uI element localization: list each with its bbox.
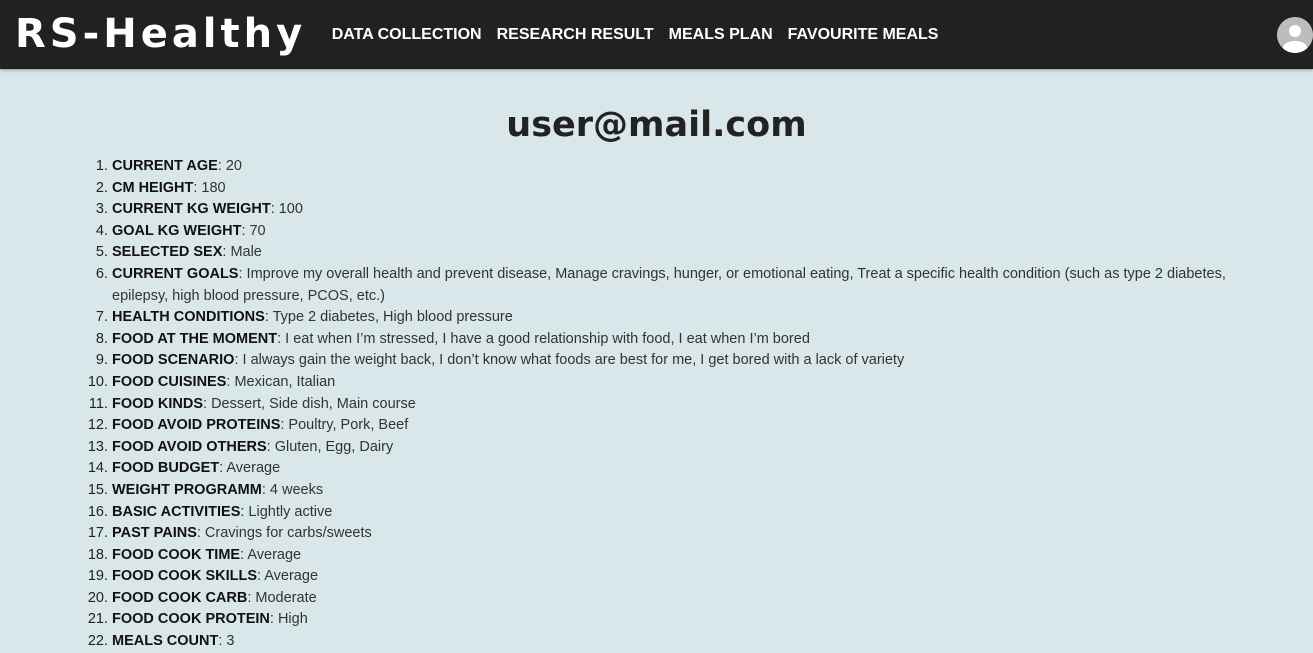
nav-meals-plan[interactable]: MEALS PLAN (661, 26, 780, 44)
item-key: FOOD COOK PROTEIN (112, 611, 270, 628)
list-item: MEALS COUNT: 3 (112, 631, 1233, 653)
list-item: GOAL KG WEIGHT: 70 (112, 221, 1233, 243)
list-item: CURRENT KG WEIGHT: 100 (112, 199, 1233, 221)
item-value: : Type 2 diabetes, High blood pressure (264, 309, 513, 326)
profile-content: user@mail.com CURRENT AGE: 20CM HEIGHT: … (0, 69, 1313, 653)
list-item: FOOD COOK SKILLS: Average (112, 566, 1233, 588)
item-value: : 20 (217, 158, 242, 174)
item-key: FOOD AVOID OTHERS (112, 438, 267, 455)
list-item: WEIGHT PROGRAMM: 4 weeks (112, 480, 1233, 502)
item-value: : Poultry, Pork, Beef (280, 417, 409, 434)
list-item: FOOD AVOID PROTEINS: Poultry, Pork, Beef (112, 415, 1233, 437)
item-key: FOOD COOK CARB (112, 589, 248, 606)
item-value: : High (269, 611, 308, 628)
item-value: : Male (222, 244, 262, 261)
nav-data-collection[interactable]: DATA COLLECTION (324, 26, 489, 44)
item-value: : 100 (270, 201, 303, 218)
item-value: : 180 (193, 179, 226, 196)
list-item: HEALTH CONDITIONS: Type 2 diabetes, High… (112, 307, 1233, 329)
item-value: : Mexican, Italian (226, 373, 336, 390)
item-key: PAST PAINS (112, 525, 197, 542)
item-value: : Lightly active (240, 503, 333, 520)
item-key: SELECTED SEX (112, 244, 223, 261)
item-key: HEALTH CONDITIONS (112, 309, 265, 326)
list-item: FOOD CUISINES: Mexican, Italian (112, 372, 1233, 394)
item-value: : Moderate (247, 589, 317, 606)
list-item: PAST PAINS: Cravings for carbs/sweets (112, 523, 1233, 545)
item-key: FOOD SCENARIO (112, 352, 235, 369)
list-item: CM HEIGHT: 180 (112, 178, 1233, 200)
item-value: : 70 (241, 222, 266, 239)
item-key: GOAL KG WEIGHT (112, 222, 242, 239)
item-value: : 4 weeks (261, 481, 324, 498)
item-key: CURRENT AGE (112, 158, 218, 174)
list-item: SELECTED SEX: Male (112, 242, 1233, 264)
top-app-bar: RS-Healthy DATA COLLECTION RESEARCH RESU… (0, 0, 1313, 69)
item-value: : Average (240, 546, 302, 563)
nav-research-result[interactable]: RESEARCH RESULT (489, 26, 661, 44)
page-title: user@mail.com (506, 105, 807, 145)
item-value: : Improve my overall health and prevent … (112, 265, 1226, 304)
item-value: : Gluten, Egg, Dairy (266, 438, 394, 455)
item-value: : Average (219, 460, 281, 477)
brand-logo[interactable]: RS-Healthy (15, 0, 306, 69)
item-key: FOOD COOK SKILLS (112, 568, 257, 585)
item-key: FOOD COOK TIME (112, 546, 241, 563)
list-item: FOOD COOK TIME: Average (112, 545, 1233, 567)
person-icon (1277, 17, 1313, 53)
list-item: BASIC ACTIVITIES: Lightly active (112, 502, 1233, 524)
list-item: FOOD COOK PROTEIN: High (112, 609, 1233, 631)
item-key: FOOD AVOID PROTEINS (112, 417, 281, 434)
item-key: WEIGHT PROGRAMM (112, 481, 262, 498)
item-key: FOOD CUISINES (112, 373, 227, 390)
item-value: : I always gain the weight back, I don’t… (234, 352, 905, 369)
item-key: FOOD KINDS (112, 395, 204, 412)
main-nav: DATA COLLECTION RESEARCH RESULT MEALS PL… (324, 26, 946, 44)
list-item: FOOD KINDS: Dessert, Side dish, Main cou… (112, 394, 1233, 416)
item-value: : Dessert, Side dish, Main course (203, 395, 416, 412)
item-value: : Average (257, 568, 319, 585)
item-key: MEALS COUNT (112, 633, 219, 650)
item-key: FOOD AT THE MOMENT (112, 330, 278, 347)
item-key: BASIC ACTIVITIES (112, 503, 241, 520)
item-key: CURRENT GOALS (112, 265, 239, 282)
item-key: FOOD BUDGET (112, 460, 220, 477)
item-key: CURRENT KG WEIGHT (112, 201, 271, 218)
list-item: FOOD BUDGET: Average (112, 458, 1233, 480)
item-value: : Cravings for carbs/sweets (196, 525, 372, 542)
item-value: : 3 (218, 633, 235, 650)
profile-answers-list: CURRENT AGE: 20CM HEIGHT: 180CURRENT KG … (0, 156, 1313, 653)
item-value: : I eat when I’m stressed, I have a good… (277, 330, 810, 347)
list-item: FOOD AVOID OTHERS: Gluten, Egg, Dairy (112, 437, 1233, 459)
nav-favourite-meals[interactable]: FAVOURITE MEALS (780, 26, 946, 44)
list-item: FOOD AT THE MOMENT: I eat when I’m stres… (112, 329, 1233, 351)
list-item: FOOD COOK CARB: Moderate (112, 588, 1233, 610)
list-item: CURRENT AGE: 20 (112, 156, 1233, 178)
item-key: CM HEIGHT (112, 179, 194, 196)
list-item: CURRENT GOALS: Improve my overall health… (112, 264, 1233, 307)
user-avatar-icon[interactable] (1277, 17, 1313, 53)
list-item: FOOD SCENARIO: I always gain the weight … (112, 350, 1233, 372)
